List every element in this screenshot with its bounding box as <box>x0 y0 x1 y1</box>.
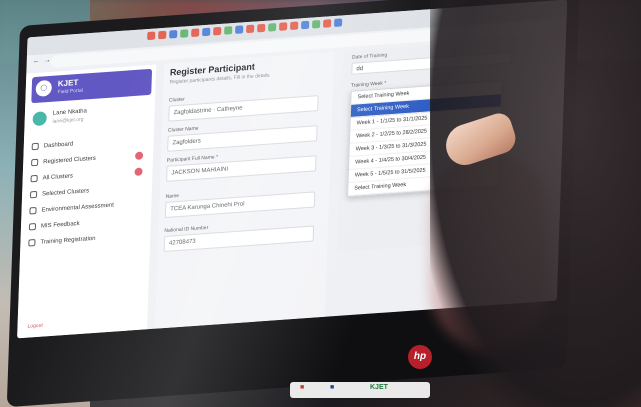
check-icon <box>29 190 38 199</box>
logout-link[interactable]: Logout <box>27 323 42 330</box>
user-profile[interactable]: Lane Nkatha lane@kjet.org <box>30 101 151 131</box>
dock-label[interactable]: KJET <box>370 384 388 391</box>
national-id-field: National ID Number 42708473 <box>163 217 315 253</box>
grid-icon <box>31 142 39 151</box>
sidebar-item-label: MIS Feedback <box>40 220 80 230</box>
cluster-name-field: Cluster Name Zagfolders <box>167 117 318 152</box>
avatar <box>32 111 47 127</box>
user-email: lane@kjet.org <box>52 116 84 125</box>
sidebar-menu: Dashboard Registered Clusters All Cluste… <box>28 131 150 252</box>
message-icon <box>28 222 37 231</box>
taskbar-dock: ■ ■ KJET <box>290 382 430 398</box>
sidebar: ◯ KJET Field Portal Lane Nkatha lane@kje… <box>17 64 157 339</box>
brand-header: ◯ KJET Field Portal <box>31 68 153 104</box>
training-week-label: Training Week * <box>350 80 387 89</box>
folder-icon <box>30 174 38 183</box>
cluster-field: Cluster Zagfoldastrine · Catheyne <box>168 87 319 122</box>
user-name: Lane Nkatha <box>52 108 87 117</box>
photo-scene: ←→↻ ◯ KJET Field Portal Lane Nkatha lane… <box>0 0 641 407</box>
hp-logo: hp <box>408 345 432 369</box>
date-label: Date of Training <box>351 52 388 61</box>
sidebar-item-label: Training Registration <box>40 235 96 246</box>
participant-name-field: Participant Full Name * JACKSON MAHIAINI <box>166 147 317 182</box>
notification-badge <box>134 167 143 177</box>
sidebar-item-label: Selected Clusters <box>41 188 90 198</box>
brand-logo-icon: ◯ <box>35 79 53 97</box>
sidebar-item-label: All Clusters <box>42 173 74 182</box>
brand-subtitle: Field Portal <box>57 87 83 96</box>
leaf-icon <box>29 206 37 215</box>
plus-icon <box>28 239 36 247</box>
sidebar-item-label: Registered Clusters <box>43 155 96 166</box>
brand-title: KJET <box>57 77 79 89</box>
folder-icon <box>31 158 39 167</box>
notification-badge <box>134 151 144 161</box>
sidebar-item-label: Dashboard <box>43 141 74 150</box>
app-icon[interactable]: ■ <box>300 384 304 391</box>
person-silhouette <box>430 0 641 407</box>
app-icon[interactable]: ■ <box>330 384 334 391</box>
name-field: Name TCEA Karunga Chinehi Prol <box>164 183 316 218</box>
sidebar-item-label: Environmental Assessment <box>41 202 114 214</box>
register-form: Register Participant Register participan… <box>155 51 335 329</box>
